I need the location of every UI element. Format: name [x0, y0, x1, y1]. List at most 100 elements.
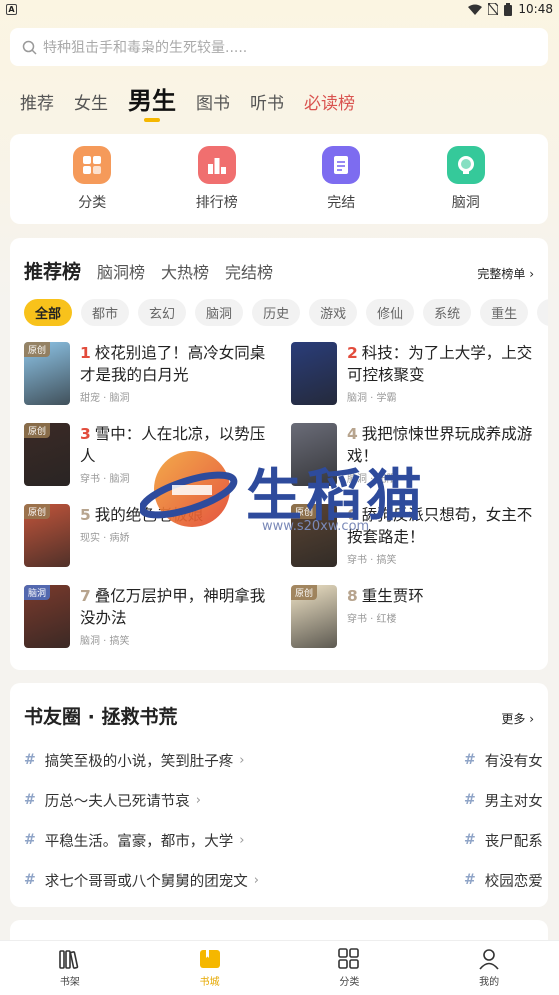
cover-badge: 原创 — [291, 585, 318, 600]
chip-urban[interactable]: 都市 — [81, 299, 130, 326]
topic-link[interactable]: # 丧尸配系 — [464, 830, 543, 851]
book-item[interactable]: 原创 8 重生贾环穿书 · 红楼 — [291, 585, 548, 648]
nav-bookstore[interactable]: 书城 — [170, 948, 250, 988]
chip-all[interactable]: 全部 — [24, 299, 73, 326]
circle-more-link[interactable]: 更多 › — [501, 710, 534, 727]
book-title-line[interactable]: 8 重生贾环 — [347, 585, 537, 607]
topic-link[interactable]: # 求七个哥哥或八个舅舅的团宠文 › — [24, 870, 464, 891]
book-cover[interactable]: 原创 — [24, 504, 70, 567]
book-item[interactable]: 脑洞 7 叠亿万层护甲，神明拿我没办法脑洞 · 搞笑 — [24, 585, 291, 648]
quick-category-label: 分类 — [78, 195, 107, 211]
book-title-line[interactable]: 2 科技：为了上大学，上交可控核聚变 — [347, 342, 537, 386]
book-title-line[interactable]: 7 叠亿万层护甲，神明拿我没办法 — [80, 585, 270, 629]
topic-link[interactable]: # 搞笑至极的小说，笑到肚子疼 › — [24, 750, 464, 771]
topic-link[interactable]: # 平稳生活。富豪，都市，大学 › — [24, 830, 464, 851]
topic-text: 有没有女 — [484, 753, 543, 770]
chip-rebirth[interactable]: 重生 — [480, 299, 529, 326]
book-rank-number: 2 — [347, 344, 358, 362]
search-input[interactable]: 特种狙击手和毒枭的生死较量..... — [10, 28, 548, 66]
battery-icon — [504, 2, 513, 16]
book-info: 8 重生贾环穿书 · 红楼 — [347, 585, 537, 648]
category-icon — [73, 146, 112, 184]
rank-title[interactable]: 推荐榜 — [24, 257, 81, 284]
cover-badge: 原创 — [24, 423, 51, 438]
book-item[interactable]: 2 科技：为了上大学，上交可控核聚变 脑洞 · 学霸 — [291, 342, 548, 405]
book-cover[interactable]: 原创 — [24, 423, 70, 486]
chevron-right-icon: › — [253, 872, 259, 888]
notification-icon: A — [6, 3, 17, 15]
book-title-line[interactable]: 1 校花别追了！高冷女同桌才是我的白月光 — [80, 342, 270, 386]
book-tags: 穿书 · 脑洞 — [80, 474, 130, 485]
book-info: 7 叠亿万层护甲，神明拿我没办法脑洞 · 搞笑 — [80, 585, 270, 648]
chip-game[interactable]: 游戏 — [309, 299, 358, 326]
rank-tab-finished[interactable]: 完结榜 — [225, 259, 273, 283]
topic-text: 男主对女 — [484, 793, 543, 810]
book-title-line[interactable]: 6 舔狗反派只想苟，女主不按套路走！ — [347, 504, 537, 548]
nav-category[interactable]: 分类 — [309, 948, 389, 988]
rank-tab-brain[interactable]: 脑洞榜 — [97, 259, 145, 283]
book-item[interactable]: 4 我把惊悚世界玩成养成游戏！ 脑洞 · 无限 — [291, 423, 548, 486]
topic-list: # 搞笑至极的小说，笑到肚子疼 › # 有没有女 # 历总～夫人已死请节哀 › # 男主对女 # 平稳… — [24, 740, 548, 900]
book-tags: 现实 · 病娇 — [80, 533, 130, 544]
book-tags: 脑洞 · 搞笑 — [80, 636, 130, 647]
book-cover[interactable]: 脑洞 — [24, 585, 70, 648]
book-title: 校花别追了！高冷女同桌才是我的白月光 — [80, 344, 266, 384]
chip-brain[interactable]: 脑洞 — [195, 299, 244, 326]
topic-link[interactable]: # 历总～夫人已死请节哀 › — [24, 790, 464, 811]
chip-system[interactable]: 系统 — [423, 299, 472, 326]
book-item[interactable]: 原创 5 我的绝色老板娘现实 · 病娇 — [24, 504, 291, 567]
status-bar: A 10:48 — [0, 0, 559, 18]
topic-row: # 求七个哥哥或八个舅舅的团宠文 › # 校园恋爱 — [24, 860, 548, 900]
chevron-right-icon: › — [195, 792, 201, 808]
book-cover[interactable]: 原创 — [291, 504, 337, 567]
quick-category[interactable]: 分类 — [52, 146, 132, 212]
book-item[interactable]: 原创 1 校花别追了！高冷女同桌才是我的白月光甜宠 · 脑洞 — [24, 342, 291, 405]
tab-audiobooks[interactable]: 听书 — [250, 89, 284, 122]
book-tags: 穿书 · 搞笑 — [347, 555, 397, 566]
brain-icon — [446, 146, 485, 184]
book-title: 我把惊悚世界玩成养成游戏！ — [347, 425, 533, 465]
finished-icon — [322, 146, 361, 184]
book-item[interactable]: 原创 3 雪中：人在北凉，以势压人穿书 · 脑洞 — [24, 423, 291, 486]
topic-link[interactable]: # 校园恋爱 — [464, 870, 543, 891]
cover-badge: 原创 — [291, 504, 318, 519]
book-title-line[interactable]: 3 雪中：人在北凉，以势压人 — [80, 423, 270, 467]
book-rank-number: 6 — [347, 506, 358, 524]
book-cover[interactable] — [291, 342, 337, 405]
topic-row: # 平稳生活。富豪，都市，大学 › # 丧尸配系 — [24, 820, 548, 860]
quick-finished[interactable]: 完结 — [301, 146, 381, 212]
rank-tab-hot[interactable]: 大热榜 — [161, 259, 209, 283]
topic-link[interactable]: # 有没有女 — [464, 750, 543, 771]
book-cover[interactable] — [291, 423, 337, 486]
cover-badge: 原创 — [24, 504, 51, 519]
book-title-line[interactable]: 5 我的绝色老板娘 — [80, 504, 270, 526]
tab-books[interactable]: 图书 — [196, 89, 230, 122]
topic-link[interactable]: # 男主对女 — [464, 790, 543, 811]
quick-ranking[interactable]: 排行榜 — [177, 146, 257, 212]
book-item[interactable]: 原创 6 舔狗反派只想苟，女主不按套路走！ 穿书 · 搞笑 — [291, 504, 548, 567]
cover-badge: 原创 — [24, 342, 51, 357]
book-tags: 穿书 · 红楼 — [347, 614, 397, 625]
book-tags: 甜宠 · 脑洞 — [80, 393, 130, 404]
hashtag-icon: # — [464, 872, 476, 888]
wifi-icon — [468, 4, 483, 15]
chevron-right-icon: › — [239, 752, 245, 768]
book-title: 叠亿万层护甲，神明拿我没办法 — [80, 587, 266, 627]
full-ranking-link[interactable]: 完整榜单 › — [477, 265, 534, 282]
nav-profile[interactable]: 我的 — [449, 948, 529, 988]
tab-must-read[interactable]: 必读榜 — [304, 89, 355, 122]
tab-female[interactable]: 女生 — [74, 89, 108, 122]
chip-suspense[interactable]: 悬 — [537, 299, 548, 326]
book-rank-number: 4 — [347, 425, 358, 443]
book-cover[interactable]: 原创 — [24, 342, 70, 405]
book-cover[interactable]: 原创 — [291, 585, 337, 648]
chip-history[interactable]: 历史 — [252, 299, 301, 326]
tab-male[interactable]: 男生 — [128, 81, 176, 122]
chip-cultivation[interactable]: 修仙 — [366, 299, 415, 326]
chip-fantasy[interactable]: 玄幻 — [138, 299, 187, 326]
tab-recommend[interactable]: 推荐 — [20, 89, 54, 122]
book-title-line[interactable]: 4 我把惊悚世界玩成养成游戏！ — [347, 423, 537, 467]
quick-brain[interactable]: 脑洞 — [426, 146, 506, 212]
nav-bookshelf[interactable]: 书架 — [30, 948, 110, 988]
topic-text: 搞笑至极的小说，笑到肚子疼 — [44, 753, 234, 770]
